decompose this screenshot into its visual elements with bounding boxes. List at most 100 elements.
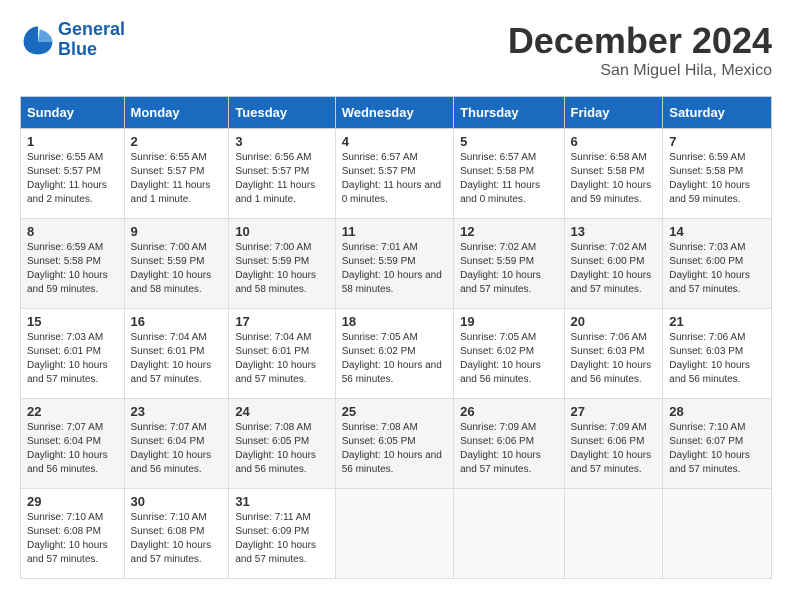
calendar-cell: 4Sunrise: 6:57 AMSunset: 5:57 PMDaylight… — [335, 129, 453, 219]
day-info: Sunrise: 7:06 AMSunset: 6:03 PMDaylight:… — [571, 331, 657, 387]
day-info: Sunrise: 6:55 AMSunset: 5:57 PMDaylight:… — [27, 151, 118, 207]
calendar-cell: 16Sunrise: 7:04 AMSunset: 6:01 PMDayligh… — [124, 309, 229, 399]
day-info: Sunrise: 6:59 AMSunset: 5:58 PMDaylight:… — [27, 241, 118, 297]
logo-icon — [20, 22, 56, 58]
location: San Miguel Hila, Mexico — [508, 62, 772, 80]
calendar-cell: 17Sunrise: 7:04 AMSunset: 6:01 PMDayligh… — [229, 309, 335, 399]
calendar-header-row: Sunday Monday Tuesday Wednesday Thursday… — [21, 97, 772, 129]
calendar-cell: 15 Sunrise: 7:03 AMSunset: 6:01 PMDayligh… — [21, 309, 125, 399]
day-info: Sunrise: 6:55 AMSunset: 5:57 PMDaylight:… — [131, 151, 223, 207]
day-info: Sunrise: 7:01 AMSunset: 5:59 PMDaylight:… — [342, 241, 447, 297]
calendar-cell: 8 Sunrise: 6:59 AMSunset: 5:58 PMDaylight… — [21, 219, 125, 309]
day-number: 23 — [131, 404, 223, 419]
calendar-cell: 12 Sunrise: 7:02 AMSunset: 5:59 PMDayligh… — [454, 219, 564, 309]
day-number: 18 — [342, 314, 447, 329]
month-title: December 2024 — [508, 20, 772, 62]
day-number: 29 — [27, 494, 118, 509]
calendar-cell: 19 Sunrise: 7:05 AMSunset: 6:02 PMDayligh… — [454, 309, 564, 399]
day-info: Sunrise: 7:00 AMSunset: 5:59 PMDaylight:… — [131, 241, 223, 297]
calendar-cell: 14 Sunrise: 7:03 AMSunset: 6:00 PMDayligh… — [663, 219, 772, 309]
calendar-cell: 3 Sunrise: 6:56 AMSunset: 5:57 PMDaylight… — [229, 129, 335, 219]
calendar-cell: 20 Sunrise: 7:06 AMSunset: 6:03 PMDayligh… — [564, 309, 663, 399]
calendar-cell: 27Sunrise: 7:09 AMSunset: 6:06 PMDayligh… — [564, 399, 663, 489]
day-number: 28 — [669, 404, 765, 419]
logo-text: General Blue — [58, 20, 125, 60]
day-number: 1 — [27, 134, 118, 149]
col-thursday: Thursday — [454, 97, 564, 129]
day-info: Sunrise: 7:03 AMSunset: 6:00 PMDaylight:… — [669, 241, 765, 297]
day-number: 17 — [235, 314, 328, 329]
day-info: Sunrise: 6:57 AMSunset: 5:57 PMDaylight:… — [342, 151, 447, 207]
calendar-body: 1 Sunrise: 6:55 AMSunset: 5:57 PMDaylight… — [21, 129, 772, 579]
day-number: 14 — [669, 224, 765, 239]
day-info: Sunrise: 7:06 AMSunset: 6:03 PMDaylight:… — [669, 331, 765, 387]
day-number: 24 — [235, 404, 328, 419]
day-info: Sunrise: 7:02 AMSunset: 5:59 PMDaylight:… — [460, 241, 557, 297]
day-number: 22 — [27, 404, 118, 419]
title-block: December 2024 San Miguel Hila, Mexico — [508, 20, 772, 80]
day-number: 2 — [131, 134, 223, 149]
page-header: General Blue December 2024 San Miguel Hi… — [20, 20, 772, 80]
day-info: Sunrise: 7:03 AMSunset: 6:01 PMDaylight:… — [27, 331, 118, 387]
day-info: Sunrise: 7:10 AMSunset: 6:07 PMDaylight:… — [669, 421, 765, 477]
day-number: 11 — [342, 224, 447, 239]
day-info: Sunrise: 7:11 AMSunset: 6:09 PMDaylight:… — [235, 511, 328, 567]
day-info: Sunrise: 6:57 AMSunset: 5:58 PMDaylight:… — [460, 151, 557, 207]
calendar-cell: 29 Sunrise: 7:10 AMSunset: 6:08 PMDayligh… — [21, 489, 125, 579]
calendar-cell: 13Sunrise: 7:02 AMSunset: 6:00 PMDayligh… — [564, 219, 663, 309]
week-row-3: 15 Sunrise: 7:03 AMSunset: 6:01 PMDayligh… — [21, 309, 772, 399]
day-info: Sunrise: 7:00 AMSunset: 5:59 PMDaylight:… — [235, 241, 328, 297]
week-row-5: 29 Sunrise: 7:10 AMSunset: 6:08 PMDayligh… — [21, 489, 772, 579]
col-sunday: Sunday — [21, 97, 125, 129]
calendar-cell: 22Sunrise: 7:07 AMSunset: 6:04 PMDayligh… — [21, 399, 125, 489]
day-info: Sunrise: 7:09 AMSunset: 6:06 PMDaylight:… — [460, 421, 557, 477]
calendar-cell: 6Sunrise: 6:58 AMSunset: 5:58 PMDaylight… — [564, 129, 663, 219]
day-number: 20 — [571, 314, 657, 329]
calendar-cell: 10Sunrise: 7:00 AMSunset: 5:59 PMDayligh… — [229, 219, 335, 309]
day-number: 8 — [27, 224, 118, 239]
calendar-cell: 30 Sunrise: 7:10 AMSunset: 6:08 PMDayligh… — [124, 489, 229, 579]
day-info: Sunrise: 7:10 AMSunset: 6:08 PMDaylight:… — [131, 511, 223, 567]
day-number: 3 — [235, 134, 328, 149]
day-number: 31 — [235, 494, 328, 509]
day-info: Sunrise: 7:05 AMSunset: 6:02 PMDaylight:… — [342, 331, 447, 387]
calendar-cell: 7Sunrise: 6:59 AMSunset: 5:58 PMDaylight… — [663, 129, 772, 219]
calendar-cell — [663, 489, 772, 579]
calendar-cell: 23 Sunrise: 7:07 AMSunset: 6:04 PMDayligh… — [124, 399, 229, 489]
calendar-cell: 25 Sunrise: 7:08 AMSunset: 6:05 PMDayligh… — [335, 399, 453, 489]
week-row-2: 8 Sunrise: 6:59 AMSunset: 5:58 PMDaylight… — [21, 219, 772, 309]
calendar-table: Sunday Monday Tuesday Wednesday Thursday… — [20, 96, 772, 579]
calendar-cell: 26Sunrise: 7:09 AMSunset: 6:06 PMDayligh… — [454, 399, 564, 489]
day-number: 25 — [342, 404, 447, 419]
day-info: Sunrise: 7:04 AMSunset: 6:01 PMDaylight:… — [131, 331, 223, 387]
day-info: Sunrise: 7:05 AMSunset: 6:02 PMDaylight:… — [460, 331, 557, 387]
calendar-cell: 1 Sunrise: 6:55 AMSunset: 5:57 PMDaylight… — [21, 129, 125, 219]
day-number: 9 — [131, 224, 223, 239]
day-number: 30 — [131, 494, 223, 509]
calendar-cell: 28 Sunrise: 7:10 AMSunset: 6:07 PMDayligh… — [663, 399, 772, 489]
calendar-cell: 11 Sunrise: 7:01 AMSunset: 5:59 PMDayligh… — [335, 219, 453, 309]
calendar-cell — [454, 489, 564, 579]
day-info: Sunrise: 6:56 AMSunset: 5:57 PMDaylight:… — [235, 151, 328, 207]
logo: General Blue — [20, 20, 125, 60]
col-monday: Monday — [124, 97, 229, 129]
calendar-cell: 5Sunrise: 6:57 AMSunset: 5:58 PMDaylight… — [454, 129, 564, 219]
day-number: 12 — [460, 224, 557, 239]
day-info: Sunrise: 6:58 AMSunset: 5:58 PMDaylight:… — [571, 151, 657, 207]
day-info: Sunrise: 6:59 AMSunset: 5:58 PMDaylight:… — [669, 151, 765, 207]
calendar-cell: 31 Sunrise: 7:11 AMSunset: 6:09 PMDayligh… — [229, 489, 335, 579]
calendar-cell: 24 Sunrise: 7:08 AMSunset: 6:05 PMDayligh… — [229, 399, 335, 489]
calendar-cell: 18 Sunrise: 7:05 AMSunset: 6:02 PMDayligh… — [335, 309, 453, 399]
col-saturday: Saturday — [663, 97, 772, 129]
day-info: Sunrise: 7:08 AMSunset: 6:05 PMDaylight:… — [342, 421, 447, 477]
day-number: 27 — [571, 404, 657, 419]
day-number: 19 — [460, 314, 557, 329]
col-tuesday: Tuesday — [229, 97, 335, 129]
day-number: 15 — [27, 314, 118, 329]
day-info: Sunrise: 7:10 AMSunset: 6:08 PMDaylight:… — [27, 511, 118, 567]
calendar-cell — [564, 489, 663, 579]
col-friday: Friday — [564, 97, 663, 129]
day-info: Sunrise: 7:08 AMSunset: 6:05 PMDaylight:… — [235, 421, 328, 477]
day-info: Sunrise: 7:07 AMSunset: 6:04 PMDaylight:… — [131, 421, 223, 477]
calendar-cell: 2 Sunrise: 6:55 AMSunset: 5:57 PMDaylight… — [124, 129, 229, 219]
